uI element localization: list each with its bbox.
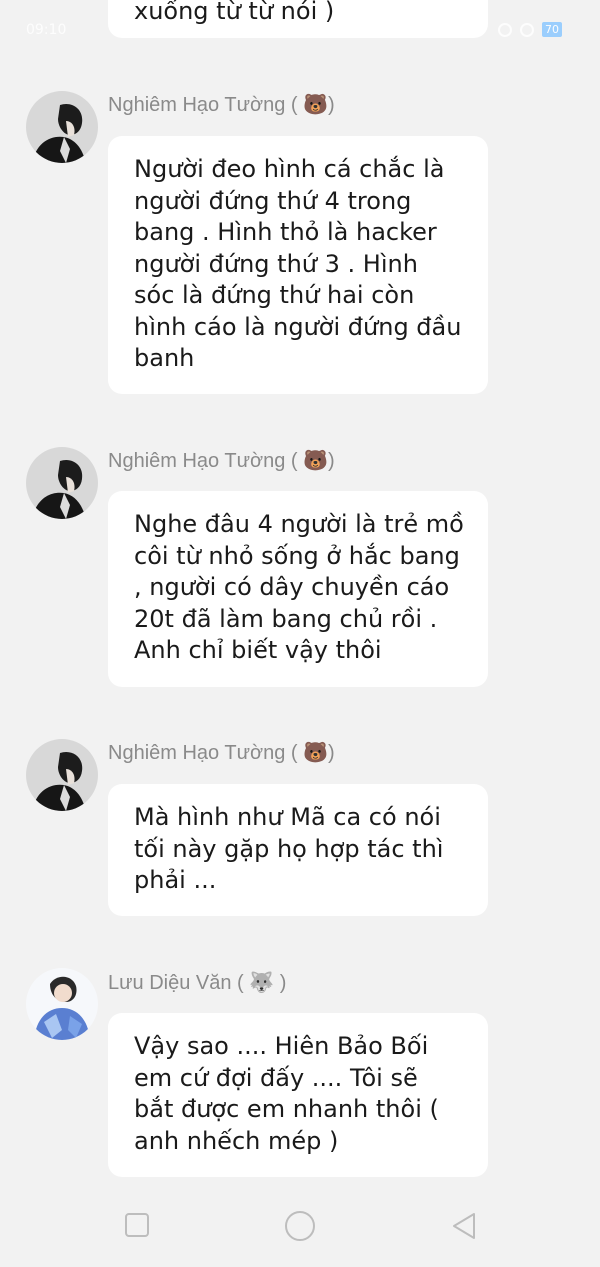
- sender-name: Nghiêm Hạo Tường ( 🐻): [108, 742, 335, 764]
- avatar[interactable]: [26, 447, 98, 519]
- message-bubble: Vậy sao .... Hiên Bảo Bối em cứ đợi đấy …: [108, 1013, 488, 1177]
- message-bubble: Mà hình như Mã ca có nói tối này gặp họ …: [108, 784, 488, 916]
- wifi-icon: [520, 22, 534, 37]
- navigation-bar: [0, 1190, 600, 1267]
- wolf-icon: 🐺: [249, 972, 275, 994]
- message-text: Người đeo hình cá chắc là người đứng thứ…: [134, 155, 462, 372]
- avatar[interactable]: [26, 91, 98, 163]
- message-text: Mà hình như Mã ca có nói tối này gặp họ …: [134, 803, 444, 894]
- sender-name: Nghiêm Hạo Tường ( 🐻): [108, 94, 335, 116]
- sender-name: Lưu Diệu Văn ( 🐺 ): [108, 972, 287, 994]
- status-time: 09:10: [26, 22, 67, 38]
- message-text: Nghe đâu 4 người là trẻ mồ côi từ nhỏ số…: [134, 510, 464, 664]
- message-text: Vậy sao .... Hiên Bảo Bối em cứ đợi đấy …: [134, 1032, 439, 1155]
- avatar[interactable]: [26, 968, 98, 1040]
- bear-icon: 🐻: [303, 450, 329, 472]
- home-circle-icon[interactable]: [284, 1210, 316, 1246]
- bear-icon: 🐻: [303, 742, 329, 764]
- message-bubble-partial: xuống từ từ nói ): [108, 0, 488, 38]
- sender-name: Nghiêm Hạo Tường ( 🐻): [108, 450, 335, 472]
- message-bubble: Người đeo hình cá chắc là người đứng thứ…: [108, 136, 488, 394]
- message-text: xuống từ từ nói ): [134, 0, 335, 25]
- bear-icon: 🐻: [303, 94, 329, 116]
- recent-apps-square-icon[interactable]: [124, 1212, 150, 1242]
- battery-indicator: 70: [542, 22, 562, 37]
- alarm-icon: [498, 22, 512, 37]
- avatar[interactable]: [26, 739, 98, 811]
- back-triangle-icon[interactable]: [450, 1211, 478, 1245]
- message-bubble: Nghe đâu 4 người là trẻ mồ côi từ nhỏ số…: [108, 491, 488, 687]
- status-icons: 70: [498, 22, 562, 37]
